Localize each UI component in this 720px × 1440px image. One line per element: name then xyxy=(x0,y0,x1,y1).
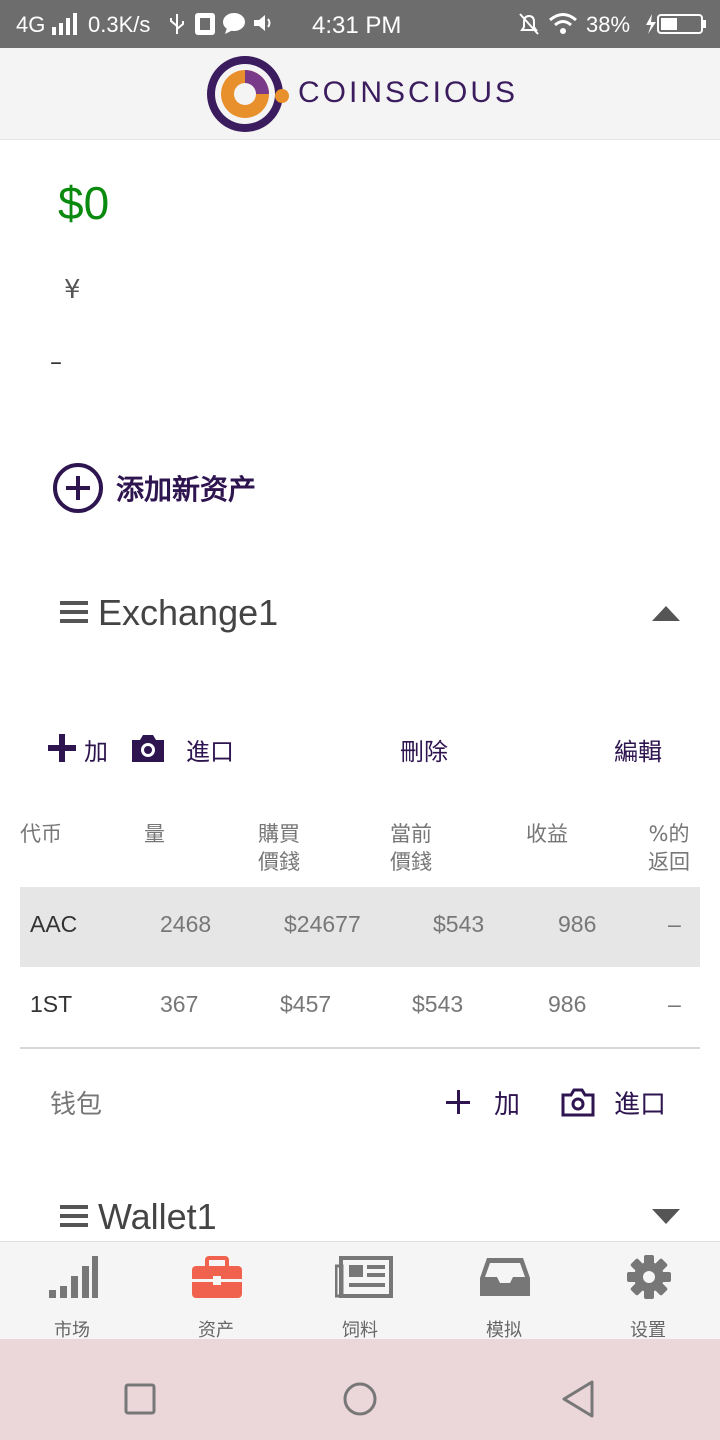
col-header-return: %的 返回 xyxy=(648,822,690,874)
current-price-cell: $543 xyxy=(412,991,464,1017)
bell-off-icon xyxy=(519,13,539,35)
exchange-title: Exchange1 xyxy=(98,592,279,633)
clock: 4:31 PM xyxy=(312,12,402,39)
col-header-coin: 代币 xyxy=(20,822,62,846)
system-navigation-bar xyxy=(0,1339,720,1440)
exchange-edit-button[interactable]: 編輯 xyxy=(614,732,662,767)
exchange-add-button[interactable]: 加 xyxy=(48,730,118,766)
plus-circle-icon xyxy=(53,463,103,513)
plus-icon xyxy=(48,734,76,762)
signal-bars-icon xyxy=(49,1256,98,1298)
exchange-add-label: 加 xyxy=(84,738,108,766)
coin-cell: AAC xyxy=(30,911,78,937)
current-price-cell: $543 xyxy=(433,911,485,937)
profit-cell: 986 xyxy=(558,911,597,937)
inbox-tray-icon xyxy=(480,1258,530,1296)
table-row[interactable]: 1ST 367 $457 $543 986 – xyxy=(20,967,700,1047)
brand-name: COINSCIOUS xyxy=(298,76,519,109)
profit-cell: 986 xyxy=(548,991,587,1017)
status-bar: 4G 0.3K/s 4:31 PM 38% xyxy=(0,0,720,48)
coin-cell: 1ST xyxy=(30,991,73,1017)
wallet-import-label: 進口 xyxy=(614,1090,667,1120)
back-icon[interactable] xyxy=(560,1379,596,1419)
camera-icon xyxy=(132,735,164,762)
add-asset-label: 添加新资产 xyxy=(116,473,257,506)
network-speed: 0.3K/s xyxy=(88,12,151,37)
buy-price-cell: $24677 xyxy=(284,911,361,937)
exchange-delete-button[interactable]: 刪除 xyxy=(400,732,448,767)
wallet-add-button[interactable]: 加 xyxy=(444,1082,524,1122)
gear-icon xyxy=(627,1255,671,1299)
amount-cell: 2468 xyxy=(160,911,212,937)
nav-tab-assets[interactable]: 资产 xyxy=(144,1242,288,1341)
signal-icon xyxy=(52,13,77,35)
coinscious-logo-icon xyxy=(207,56,289,132)
exchange-group-header[interactable]: Exchange1 xyxy=(60,592,278,634)
wallet-import-button[interactable]: 進口 xyxy=(560,1082,672,1122)
wallet-add-label: 加 xyxy=(494,1090,521,1120)
usb-icon xyxy=(170,14,184,34)
currency-symbol: ¥ xyxy=(64,275,81,305)
expand-arrow-icon[interactable] xyxy=(652,1209,680,1224)
bottom-navigation: 市场 资产 饲料 模拟 设置 xyxy=(0,1241,720,1341)
col-header-buy-price: 購買 價錢 xyxy=(258,822,300,874)
buy-price-cell: $457 xyxy=(280,991,332,1017)
return-cell: – xyxy=(668,911,681,937)
nav-tab-settings[interactable]: 设置 xyxy=(576,1242,720,1341)
battery-charging-icon xyxy=(646,14,706,34)
col-header-amount: 量 xyxy=(144,822,165,846)
battery-percent: 38% xyxy=(586,12,631,37)
briefcase-icon xyxy=(192,1256,242,1298)
table-row[interactable]: AAC 2468 $24677 $543 986 – xyxy=(20,887,700,967)
speaker-icon xyxy=(254,15,271,31)
network-type: 4G xyxy=(16,12,46,37)
wifi-icon xyxy=(549,13,577,34)
nav-tab-simulate[interactable]: 模拟 xyxy=(432,1242,576,1341)
recent-apps-icon[interactable] xyxy=(124,1383,156,1415)
divider xyxy=(20,1047,700,1049)
wallet-title: Wallet1 xyxy=(98,1196,217,1237)
menu-icon xyxy=(60,1205,88,1228)
usb-debug-icon xyxy=(195,13,215,35)
wallet-section-label: 钱包 xyxy=(50,1090,103,1120)
exchange-import-label: 進口 xyxy=(186,738,234,766)
portfolio-change: – xyxy=(50,348,62,376)
col-header-profit: 收益 xyxy=(526,822,568,846)
home-icon[interactable] xyxy=(342,1381,378,1417)
portfolio-total-value: $0 xyxy=(58,177,110,229)
message-icon xyxy=(223,13,245,34)
amount-cell: 367 xyxy=(160,991,199,1017)
col-header-current-price: 當前 價錢 xyxy=(390,822,432,874)
wallet-group-header[interactable]: Wallet1 xyxy=(60,1196,217,1238)
app-header: COINSCIOUS xyxy=(0,48,720,140)
nav-tab-market[interactable]: 市场 xyxy=(0,1242,144,1341)
newspaper-icon xyxy=(335,1256,393,1298)
menu-icon xyxy=(60,601,88,624)
return-cell: – xyxy=(668,991,681,1017)
exchange-import-button[interactable]: 進口 xyxy=(130,730,242,766)
plus-icon xyxy=(446,1090,470,1114)
collapse-arrow-icon[interactable] xyxy=(652,606,680,621)
nav-tab-feed[interactable]: 饲料 xyxy=(288,1242,432,1341)
camera-icon xyxy=(561,1088,595,1117)
